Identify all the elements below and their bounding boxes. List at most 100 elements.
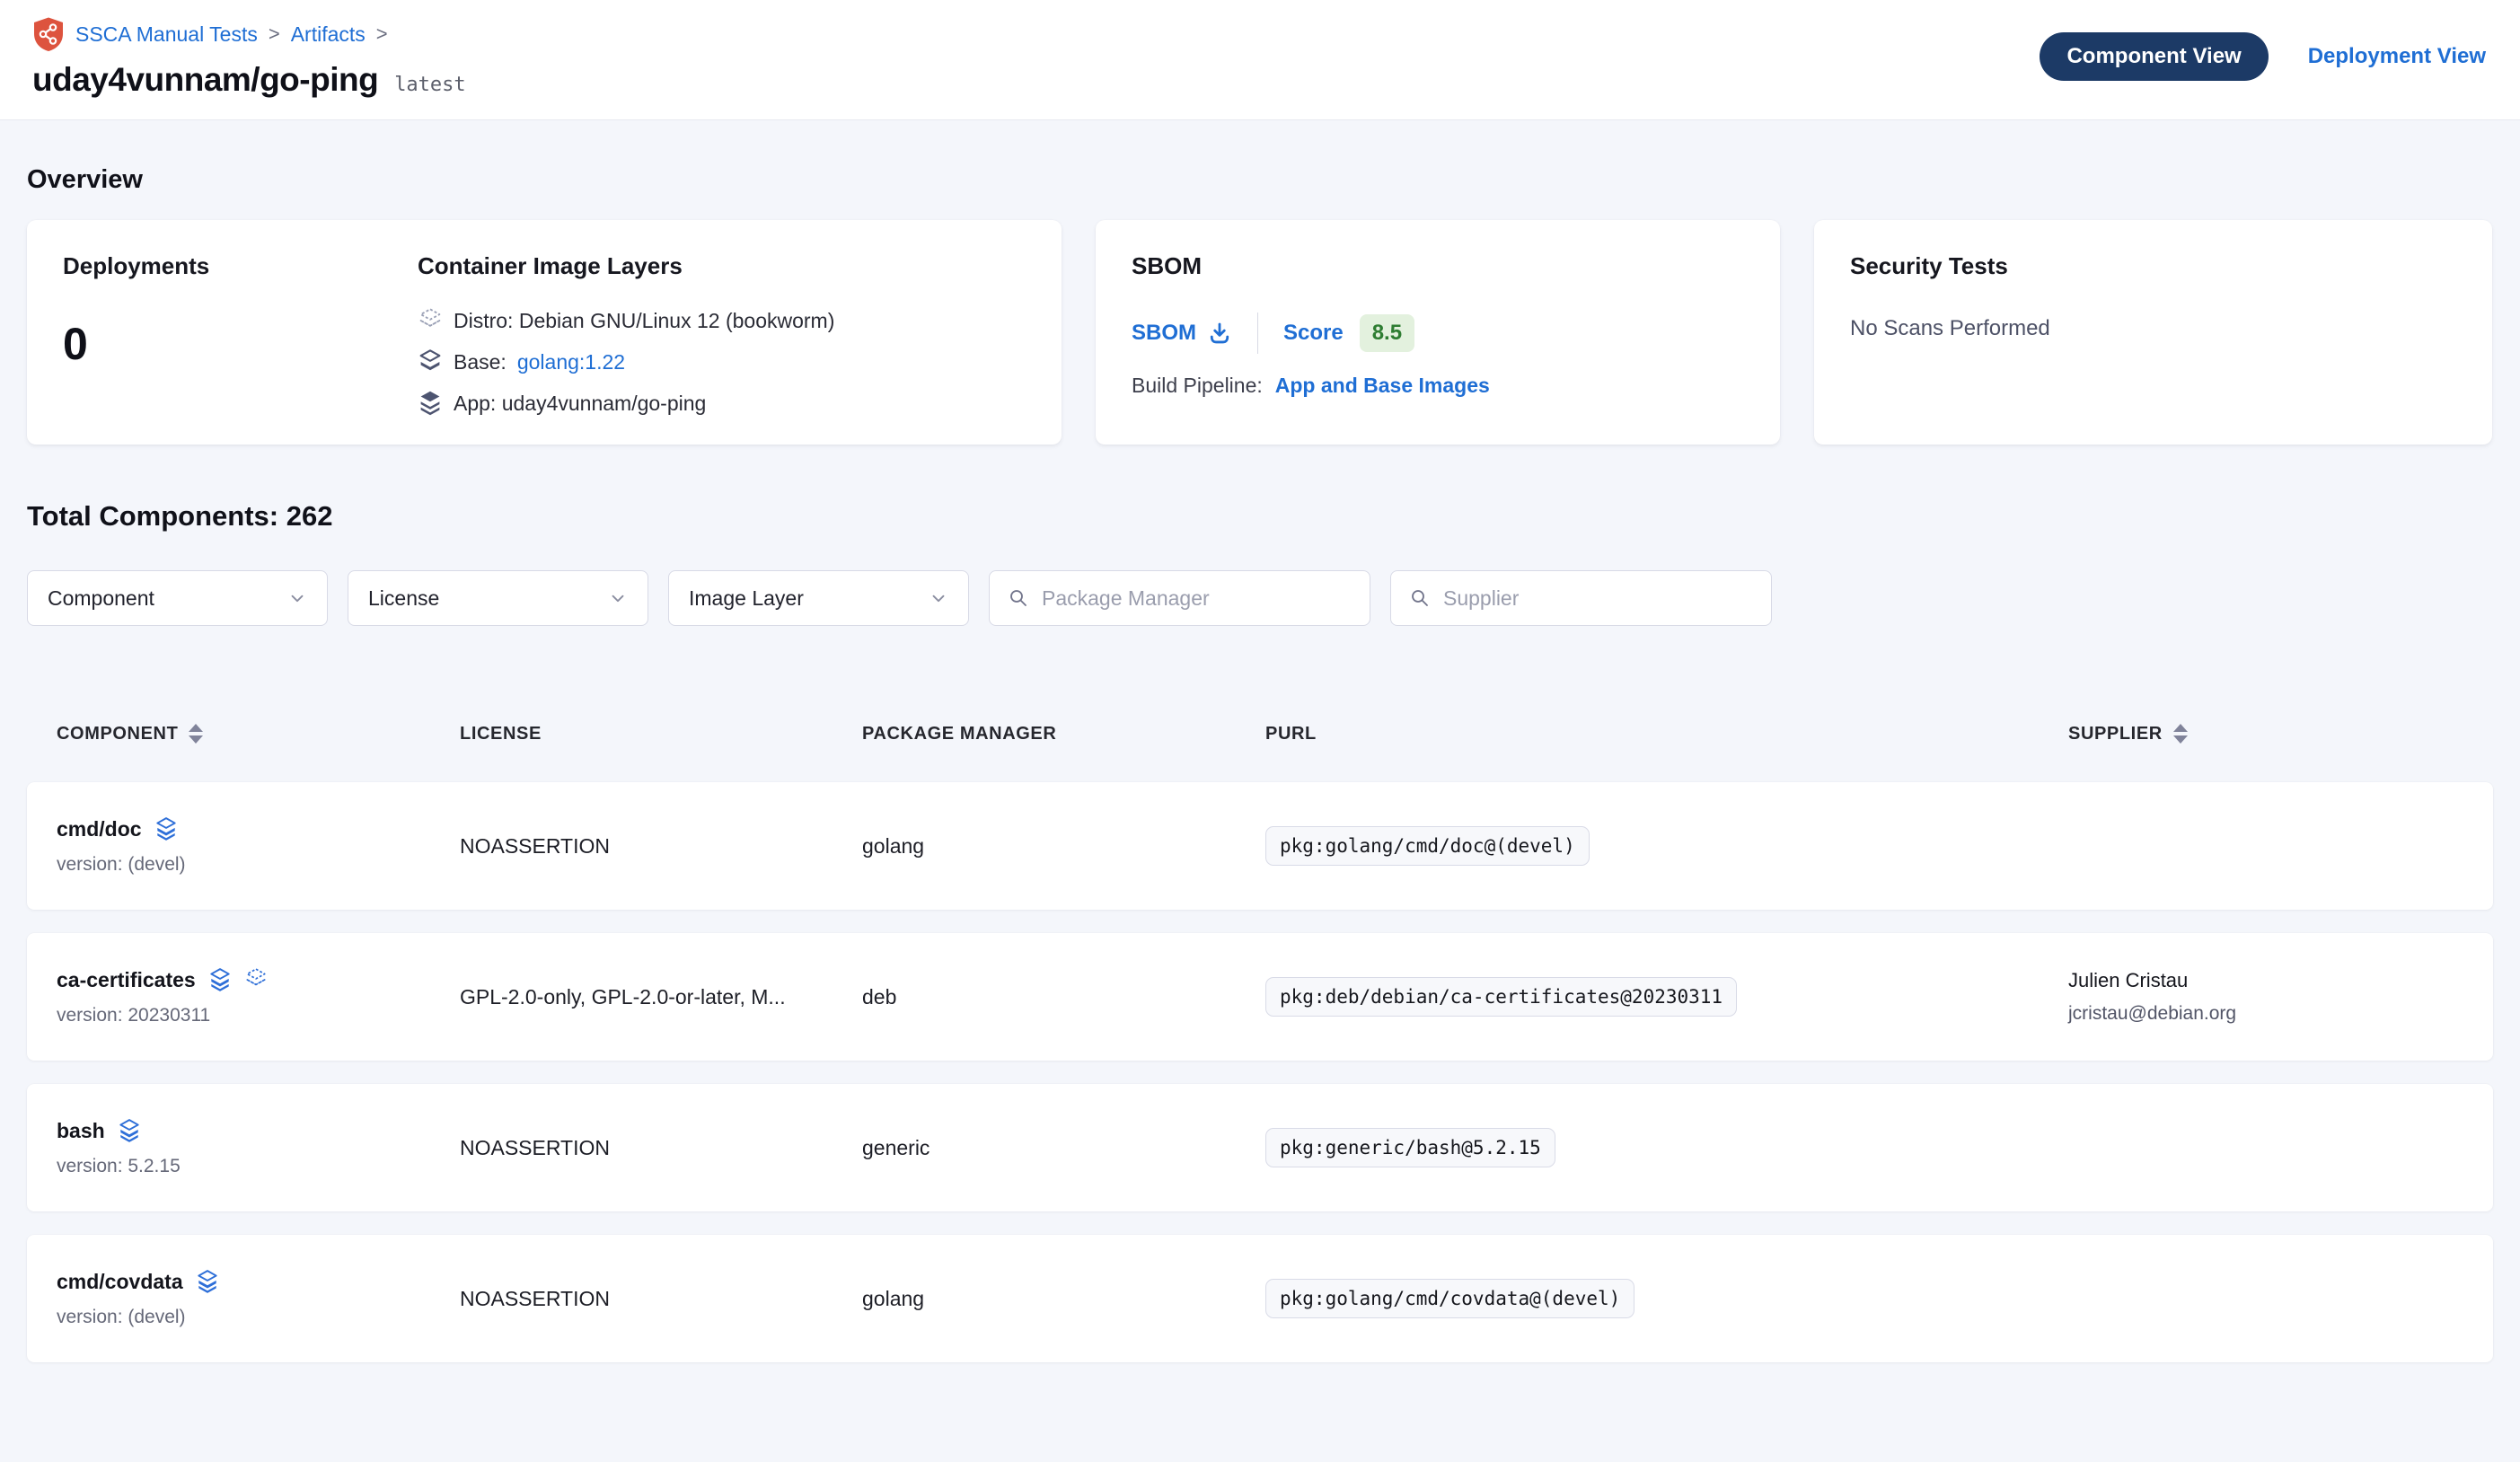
column-header-supplier[interactable]: SUPPLIER bbox=[2068, 724, 2463, 744]
package-manager-search-input[interactable] bbox=[1042, 586, 1352, 611]
components-table: COMPONENT LICENSE PACKAGE MANAGER PURL S… bbox=[27, 709, 2493, 1362]
app-layers-icon bbox=[418, 390, 443, 417]
distro-layer-line: Distro: Debian GNU/Linux 12 (bookworm) bbox=[418, 307, 834, 334]
sbom-card-heading: SBOM bbox=[1132, 252, 1744, 280]
chevron-down-icon bbox=[608, 588, 628, 608]
breadcrumb-project-link[interactable]: SSCA Manual Tests bbox=[75, 22, 258, 47]
purl-value: pkg:golang/cmd/covdata@(devel) bbox=[1265, 1279, 1634, 1318]
column-header-package-manager: PACKAGE MANAGER bbox=[862, 724, 1265, 744]
divider bbox=[1257, 313, 1258, 354]
download-icon bbox=[1207, 321, 1232, 346]
license-cell: NOASSERTION bbox=[460, 1136, 862, 1160]
deployment-view-button[interactable]: Deployment View bbox=[2308, 44, 2486, 69]
app-layer-text: App: uday4vunnam/go-ping bbox=[454, 392, 706, 416]
package-manager-cell: golang bbox=[862, 834, 1265, 859]
deployments-count: 0 bbox=[63, 318, 418, 370]
table-header-row: COMPONENT LICENSE PACKAGE MANAGER PURL S… bbox=[27, 709, 2493, 759]
page-header: SSCA Manual Tests > Artifacts > uday4vun… bbox=[0, 0, 2520, 120]
purl-value: pkg:golang/cmd/doc@(devel) bbox=[1265, 826, 1590, 866]
distro-layers-icon bbox=[418, 307, 443, 334]
build-pipeline-label: Build Pipeline: bbox=[1132, 374, 1263, 398]
component-filter-label: Component bbox=[48, 586, 154, 611]
security-tests-heading: Security Tests bbox=[1850, 252, 2456, 280]
view-toggle: Component View Deployment View bbox=[2040, 32, 2486, 81]
sbom-download-link[interactable]: SBOM bbox=[1132, 321, 1232, 346]
app-layer-icon bbox=[208, 967, 232, 992]
sort-icon[interactable] bbox=[2173, 724, 2188, 744]
sbom-card: SBOM SBOM Score 8.5 bbox=[1096, 220, 1780, 445]
component-version: version: 5.2.15 bbox=[57, 1156, 460, 1177]
supplier-email: jcristau@debian.org bbox=[2068, 1003, 2463, 1025]
column-header-license-label: LICENSE bbox=[460, 724, 542, 744]
supplier-name: Julien Cristau bbox=[2068, 969, 2463, 992]
column-header-license: LICENSE bbox=[460, 724, 862, 744]
component-name: cmd/covdata bbox=[57, 1270, 183, 1294]
supplier-search-input[interactable] bbox=[1443, 586, 1753, 611]
artifact-tag: latest bbox=[394, 74, 465, 96]
image-layer-filter-label: Image Layer bbox=[689, 586, 804, 611]
app-layer-line: App: uday4vunnam/go-ping bbox=[418, 390, 834, 417]
component-version: version: (devel) bbox=[57, 1307, 460, 1328]
filters-row: Component License Image Layer bbox=[27, 570, 2493, 626]
component-name: ca-certificates bbox=[57, 968, 196, 992]
total-components-heading: Total Components: 262 bbox=[27, 500, 2493, 533]
table-row[interactable]: ca-certificates bbox=[27, 933, 2493, 1061]
purl-value: pkg:deb/debian/ca-certificates@20230311 bbox=[1265, 977, 1737, 1017]
component-version: version: 20230311 bbox=[57, 1005, 460, 1026]
app-layer-icon bbox=[118, 1118, 141, 1143]
base-layer-line: Base: golang:1.22 bbox=[418, 348, 834, 375]
column-header-supplier-label: SUPPLIER bbox=[2068, 724, 2163, 744]
build-pipeline-link[interactable]: App and Base Images bbox=[1275, 374, 1490, 398]
sbom-score-label: Score bbox=[1283, 321, 1344, 346]
column-header-component-label: COMPONENT bbox=[57, 724, 178, 744]
component-filter-dropdown[interactable]: Component bbox=[27, 570, 328, 626]
ssca-module-icon bbox=[32, 16, 65, 52]
package-manager-cell: deb bbox=[862, 985, 1265, 1009]
security-tests-status: No Scans Performed bbox=[1850, 316, 2456, 341]
sbom-score-badge: 8.5 bbox=[1360, 314, 1414, 352]
purl-value: pkg:generic/bash@5.2.15 bbox=[1265, 1128, 1555, 1167]
component-version: version: (devel) bbox=[57, 854, 460, 876]
chevron-down-icon bbox=[929, 588, 948, 608]
column-header-purl: PURL bbox=[1265, 724, 2068, 744]
base-layer-label: Base: bbox=[454, 350, 507, 374]
deployments-label: Deployments bbox=[63, 252, 418, 280]
package-manager-cell: generic bbox=[862, 1136, 1265, 1160]
app-layer-icon bbox=[154, 816, 178, 841]
breadcrumb-separator: > bbox=[376, 22, 388, 46]
sbom-download-label: SBOM bbox=[1132, 321, 1196, 346]
table-row[interactable]: cmd/doc version: (devel) NOASSERTION gol… bbox=[27, 782, 2493, 910]
column-header-component[interactable]: COMPONENT bbox=[57, 724, 460, 744]
overview-heading: Overview bbox=[27, 165, 2493, 195]
license-filter-dropdown[interactable]: License bbox=[348, 570, 648, 626]
supplier-search bbox=[1390, 570, 1772, 626]
license-cell: NOASSERTION bbox=[460, 1287, 862, 1311]
distro-layer-text: Distro: Debian GNU/Linux 12 (bookworm) bbox=[454, 309, 834, 333]
chevron-down-icon bbox=[287, 588, 307, 608]
container-image-layers-label: Container Image Layers bbox=[418, 252, 834, 280]
security-tests-card: Security Tests No Scans Performed bbox=[1814, 220, 2492, 445]
license-cell: NOASSERTION bbox=[460, 834, 862, 859]
base-layer-dashed-icon bbox=[244, 967, 268, 992]
column-header-package-manager-label: PACKAGE MANAGER bbox=[862, 724, 1056, 744]
component-name: cmd/doc bbox=[57, 817, 142, 841]
component-view-button[interactable]: Component View bbox=[2040, 32, 2268, 81]
search-icon bbox=[1008, 587, 1029, 609]
package-manager-cell: golang bbox=[862, 1287, 1265, 1311]
package-manager-search bbox=[989, 570, 1370, 626]
app-layer-icon bbox=[196, 1269, 219, 1294]
base-layers-icon bbox=[418, 348, 443, 375]
table-row[interactable]: cmd/covdata version: (devel) NOASSERTION… bbox=[27, 1235, 2493, 1362]
breadcrumb-artifacts-link[interactable]: Artifacts bbox=[291, 22, 366, 47]
image-layer-filter-dropdown[interactable]: Image Layer bbox=[668, 570, 969, 626]
base-image-link[interactable]: golang:1.22 bbox=[517, 350, 625, 374]
column-header-purl-label: PURL bbox=[1265, 724, 1317, 744]
table-row[interactable]: bash version: 5.2.15 NOASSERTION generic… bbox=[27, 1084, 2493, 1211]
breadcrumb-separator: > bbox=[269, 22, 280, 46]
component-name: bash bbox=[57, 1119, 105, 1143]
page-title: uday4vunnam/go-ping bbox=[32, 61, 378, 99]
license-filter-label: License bbox=[368, 586, 439, 611]
search-icon bbox=[1409, 587, 1431, 609]
license-cell: GPL-2.0-only, GPL-2.0-or-later, M... bbox=[460, 985, 862, 1009]
sort-icon[interactable] bbox=[189, 724, 203, 744]
